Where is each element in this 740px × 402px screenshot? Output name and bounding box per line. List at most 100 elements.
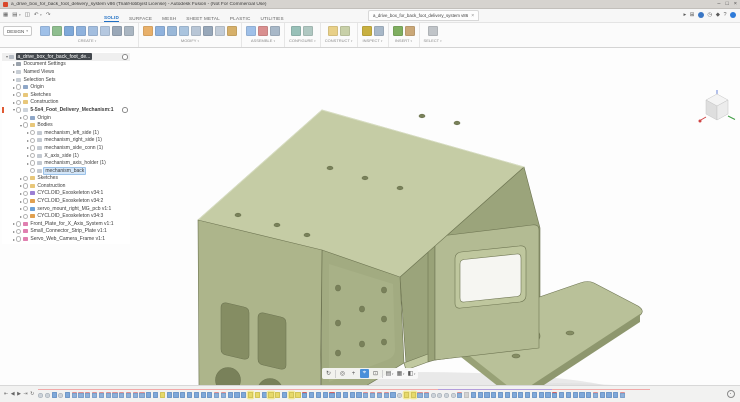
notifications-icon[interactable]: ◆ xyxy=(716,11,720,19)
step-forward-icon[interactable]: ⇥ xyxy=(23,390,27,398)
timeline-item-solid-feature[interactable] xyxy=(194,392,199,399)
timeline-item-solid-feature[interactable] xyxy=(613,392,618,399)
timeline-item-solid-feature[interactable] xyxy=(187,392,192,399)
timeline-item-sketch-feature[interactable] xyxy=(295,392,300,399)
browser-row[interactable]: ▸Servo_Web_Camera_Frame v1:1 xyxy=(2,235,130,243)
rigid-group-icon[interactable] xyxy=(270,26,280,36)
visibility-eye-icon[interactable] xyxy=(23,214,28,219)
visibility-eye-icon[interactable] xyxy=(16,84,21,89)
zoom-icon[interactable]: ⌖ xyxy=(360,369,369,378)
timeline-item-joint-feature[interactable] xyxy=(106,392,111,398)
visibility-eye-icon[interactable] xyxy=(16,100,21,105)
timeline-item-solid-feature[interactable] xyxy=(146,392,151,399)
workspace-switcher[interactable]: DESIGN ▾ xyxy=(3,26,32,36)
document-tab[interactable]: a_drive_box_for_back_foot_delivery_syste… xyxy=(368,10,479,21)
timeline-item-solid-feature[interactable] xyxy=(207,392,212,399)
select-icon[interactable] xyxy=(428,26,438,36)
save-icon[interactable]: ◫ xyxy=(25,11,30,19)
browser-row[interactable]: ▸Named Views xyxy=(2,68,130,76)
browser-row[interactable]: ▸CYCLOID_Exoskeleton v34:3 xyxy=(2,212,130,220)
thread-icon[interactable] xyxy=(124,26,134,36)
timeline-settings-icon[interactable] xyxy=(727,390,735,398)
timeline-item-solid-feature[interactable] xyxy=(505,392,510,399)
extensions-icon[interactable]: ⊞ xyxy=(690,11,695,19)
tab-plastic[interactable]: PLASTIC xyxy=(230,16,251,23)
timeline-item-solid-feature[interactable] xyxy=(566,392,571,399)
fit-icon[interactable]: ⊡ xyxy=(371,369,380,378)
browser-row[interactable]: ▸Front_Plate_for_X_Axis_System v1:1 xyxy=(2,220,130,228)
timeline-item-solid-feature[interactable] xyxy=(606,392,611,399)
timeline-item-solid-feature[interactable] xyxy=(586,392,591,399)
tab-mesh[interactable]: MESH xyxy=(162,16,176,23)
timeline-item-solid-feature[interactable] xyxy=(518,392,523,399)
orbit-icon[interactable]: ↻ xyxy=(324,369,333,378)
timeline-item-group-feature[interactable] xyxy=(464,392,469,399)
timeline-item-component-feature[interactable] xyxy=(444,393,449,398)
timeline-item-hole-feature[interactable] xyxy=(302,392,307,398)
visibility-eye-icon[interactable] xyxy=(23,115,28,120)
visibility-eye-icon[interactable] xyxy=(30,160,35,165)
ribbon-group-label[interactable]: INSERT ▾ xyxy=(395,38,412,43)
browser-row[interactable]: ▸Sketches xyxy=(2,91,130,99)
insert-mesh-icon[interactable] xyxy=(405,26,415,36)
fillet-icon[interactable] xyxy=(155,26,165,36)
timeline-item-joint-feature[interactable] xyxy=(214,392,219,398)
timeline-item-component-feature[interactable] xyxy=(45,393,50,398)
timeline-item-solid-feature[interactable] xyxy=(309,392,314,399)
timeline-item-solid-feature[interactable] xyxy=(180,392,185,399)
timeline-item-joint-feature[interactable] xyxy=(133,392,138,398)
timeline-item-joint-feature[interactable] xyxy=(363,392,368,398)
profile-avatar[interactable] xyxy=(730,12,736,18)
timeline-item-solid-feature[interactable] xyxy=(228,392,233,399)
timeline-item-joint-feature[interactable] xyxy=(99,392,104,398)
timeline-item-solid-feature[interactable] xyxy=(573,392,578,399)
timeline-item-solid-feature[interactable] xyxy=(600,392,605,399)
document-tab-close-icon[interactable]: × xyxy=(471,13,474,19)
timeline-item-solid-feature[interactable] xyxy=(167,392,172,399)
shell-icon[interactable] xyxy=(167,26,177,36)
ribbon-group-label[interactable]: SELECT ▾ xyxy=(424,38,442,43)
activate-component-radio[interactable] xyxy=(122,54,128,60)
timeline-item-sketch-feature-selected[interactable] xyxy=(404,392,409,399)
close-button[interactable]: × xyxy=(734,0,737,9)
timeline-item-joint-feature[interactable] xyxy=(457,392,462,398)
visibility-eye-icon[interactable] xyxy=(30,138,35,143)
tab-solid[interactable]: SOLID xyxy=(104,15,119,23)
timeline-item-component-feature[interactable] xyxy=(38,393,43,398)
ribbon-group-label[interactable]: INSPECT ▾ xyxy=(363,38,383,43)
visibility-eye-icon[interactable] xyxy=(30,145,35,150)
timeline-item-joint-feature[interactable] xyxy=(384,392,389,398)
offset-face-icon[interactable] xyxy=(191,26,201,36)
ribbon-group-label[interactable]: CONFIGURE ▾ xyxy=(289,38,316,43)
browser-row[interactable]: ▸Origin xyxy=(2,114,130,122)
loft-icon[interactable] xyxy=(100,26,110,36)
offset-plane-icon[interactable] xyxy=(328,26,338,36)
ribbon-group-label[interactable]: MODIFY ▾ xyxy=(181,38,199,43)
construct-axis-icon[interactable] xyxy=(340,26,350,36)
configure-icon[interactable] xyxy=(291,26,301,36)
browser-row[interactable]: ▸Construction xyxy=(2,182,130,190)
model-canvas[interactable]: ▾a_drive_box_for_back_foot_de...▸Documen… xyxy=(0,48,740,388)
visibility-eye-icon[interactable] xyxy=(23,198,28,203)
pan-icon[interactable]: + xyxy=(349,369,358,378)
ribbon-group-label[interactable]: ASSEMBLE ▾ xyxy=(251,38,275,43)
visibility-eye-icon[interactable] xyxy=(30,130,35,135)
browser-row[interactable]: ▸Selection Sets xyxy=(2,76,130,84)
visibility-eye-icon[interactable] xyxy=(23,191,28,196)
timeline-item-joint-feature[interactable] xyxy=(119,392,124,398)
browser-row[interactable]: ▸Document Settings xyxy=(2,61,130,69)
undo-icon[interactable]: ↶ ▾ xyxy=(34,11,42,19)
timeline-item-solid-feature[interactable] xyxy=(350,392,355,399)
visibility-eye-icon[interactable] xyxy=(23,206,28,211)
timeline-item-solid-feature[interactable] xyxy=(336,392,341,399)
timeline-item-joint-feature[interactable] xyxy=(78,392,83,398)
assemble-new-component-icon[interactable] xyxy=(246,26,256,36)
job-status-icon[interactable] xyxy=(698,12,704,18)
press-pull-icon[interactable] xyxy=(143,26,153,36)
measure-icon[interactable] xyxy=(362,26,372,36)
timeline-item-sketch-feature-selected[interactable] xyxy=(268,392,273,399)
visibility-eye-icon[interactable] xyxy=(16,229,21,234)
look-at-icon[interactable]: ◎ xyxy=(338,369,347,378)
help-icon[interactable]: ? xyxy=(723,11,726,19)
align-icon[interactable] xyxy=(215,26,225,36)
